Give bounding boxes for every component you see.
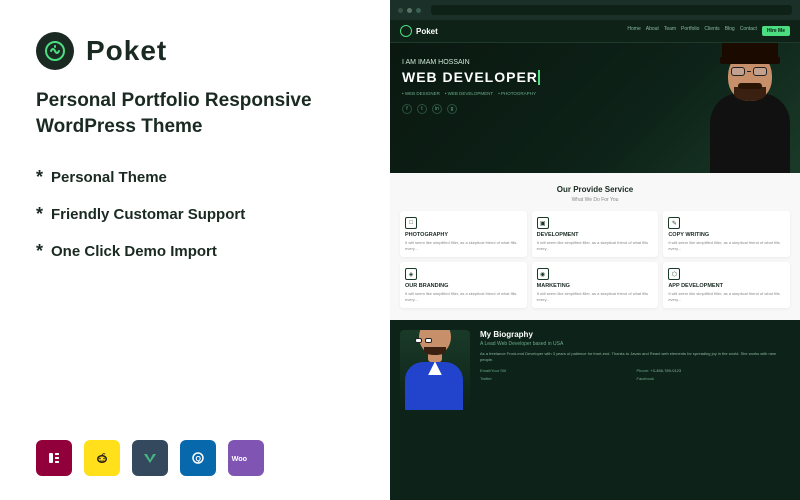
theme-nav-links: Home About Team Portfolio Clients Blog C… xyxy=(627,26,790,36)
copywriting-icon: ✎ xyxy=(668,217,680,229)
bio-info-phone: Phone: +3-456-789-0123 xyxy=(637,368,791,373)
nav-link-blog: Blog xyxy=(725,26,735,36)
bio-info-facebook: Facebook xyxy=(637,376,791,381)
logo-area: Poket xyxy=(36,32,354,70)
bio-info-label-phone: Phone: xyxy=(637,368,650,373)
right-panel: Poket Home About Team Portfolio Clients … xyxy=(390,0,800,500)
service-card-copywriting: ✎ COPY WRITING It will seem like simplif… xyxy=(663,211,790,257)
service-title-3: OUR BRANDING xyxy=(405,283,522,289)
logo-text: Poket xyxy=(86,35,167,67)
bio-text: As a freelance Front-end Developer with … xyxy=(480,351,790,363)
browser-dot-green xyxy=(416,8,421,13)
browser-dot-yellow xyxy=(407,8,412,13)
service-title-5: APP DEVELOPMENT xyxy=(668,283,785,289)
plugin-icons: Q Woo xyxy=(36,440,354,476)
bio-content: My Biography A Lead Web Developer based … xyxy=(480,330,790,381)
query-icon: Q xyxy=(180,440,216,476)
social-icon-gh: g xyxy=(447,104,457,114)
bio-person-art xyxy=(400,330,470,410)
nav-cta-button[interactable]: Hire Me xyxy=(762,26,790,36)
vuejs-icon xyxy=(132,440,168,476)
theme-preview: Poket Home About Team Portfolio Clients … xyxy=(390,0,800,500)
theme-logo-icon xyxy=(400,25,412,37)
service-desc-4: It will seem like simplified filler, as … xyxy=(537,291,654,302)
features-list: Personal Theme Friendly Customar Support… xyxy=(36,167,354,262)
theme-logo-text: Poket xyxy=(416,27,438,36)
hero-title: WEB DEVELOPER xyxy=(402,70,540,85)
marketing-icon: ◉ xyxy=(537,268,549,280)
social-icon-fb: f xyxy=(402,104,412,114)
elementor-icon xyxy=(36,440,72,476)
tagline: Personal Portfolio Responsive WordPress … xyxy=(36,88,354,139)
service-title-4: MARKETING xyxy=(537,283,654,289)
browser-chrome xyxy=(390,0,800,20)
theme-logo: Poket xyxy=(400,25,438,37)
service-title-1: DEVELOPMENT xyxy=(537,232,654,238)
bio-info-value-phone: +3-456-789-0123 xyxy=(650,368,681,373)
bio-info-label-email: Email/Your Slit xyxy=(480,368,506,373)
services-subtitle: What We Do For You xyxy=(400,197,790,203)
service-card-branding: ◈ OUR BRANDING It will seem like simplif… xyxy=(400,262,527,308)
bio-subtitle: A Lead Web Developer based in USA xyxy=(480,341,790,347)
service-title-2: COPY WRITING xyxy=(668,232,785,238)
service-desc-5: It will seem like simplified filler, as … xyxy=(668,291,785,302)
theme-bio-section: My Biography A Lead Web Developer based … xyxy=(390,320,800,420)
services-title: Our Provide Service xyxy=(400,185,790,194)
service-title-0: PHOTOGRAPHY xyxy=(405,232,522,238)
nav-link-home: Home xyxy=(627,26,640,36)
feature-item: One Click Demo Import xyxy=(36,241,354,262)
service-desc-2: It will seem like simplified filler, as … xyxy=(668,240,785,251)
left-panel: Poket Personal Portfolio Responsive Word… xyxy=(0,0,390,500)
service-card-development: ▣ DEVELOPMENT It will seem like simplifi… xyxy=(532,211,659,257)
nav-link-team: Team xyxy=(664,26,676,36)
bio-info-twitter: Twitter xyxy=(480,376,634,381)
hero-tag-0: WEB DESIGNER xyxy=(402,91,440,96)
service-desc-3: It will seem like simplified filler, as … xyxy=(405,291,522,302)
bio-info-label-twitter: Twitter xyxy=(480,376,492,381)
nav-link-clients: Clients xyxy=(704,26,719,36)
branding-icon: ◈ xyxy=(405,268,417,280)
bio-info-label-facebook: Facebook xyxy=(637,376,655,381)
service-desc-1: It will seem like simplified filler, as … xyxy=(537,240,654,251)
svg-text:Q: Q xyxy=(196,456,202,463)
theme-services-section: Our Provide Service What We Do For You □… xyxy=(390,173,800,320)
theme-hero-section: I AM IMAM HOSSAIN WEB DEVELOPER WEB DESI… xyxy=(390,43,800,173)
feature-item: Friendly Customar Support xyxy=(36,204,354,225)
appdev-icon: ⬡ xyxy=(668,268,680,280)
browser-dot-red xyxy=(398,8,403,13)
hero-tag-2: PHOTOGRAPHY xyxy=(498,91,536,96)
feature-item: Personal Theme xyxy=(36,167,354,188)
bio-title: My Biography xyxy=(480,330,790,339)
bio-info-grid: Email/Your Slit Phone: +3-456-789-0123 T… xyxy=(480,368,790,381)
hero-tag-1: WEB DEVELOPMENT xyxy=(445,91,493,96)
mailchimp-icon xyxy=(84,440,120,476)
nav-link-portfolio: Portfolio xyxy=(681,26,699,36)
woocommerce-icon: Woo xyxy=(228,440,264,476)
photography-icon: □ xyxy=(405,217,417,229)
services-grid: □ PHOTOGRAPHY It will seem like simplifi… xyxy=(400,211,790,308)
bio-info-email: Email/Your Slit xyxy=(480,368,634,373)
svg-text:Woo: Woo xyxy=(232,454,248,463)
logo-icon xyxy=(36,32,74,70)
browser-url-bar xyxy=(431,5,792,15)
theme-navbar: Poket Home About Team Portfolio Clients … xyxy=(390,20,800,43)
service-card-appdev: ⬡ APP DEVELOPMENT It will seem like simp… xyxy=(663,262,790,308)
development-icon: ▣ xyxy=(537,217,549,229)
hero-social-links: f t in g xyxy=(402,104,788,114)
social-icon-li: in xyxy=(432,104,442,114)
hero-tags: WEB DESIGNER WEB DEVELOPMENT PHOTOGRAPHY xyxy=(402,91,788,96)
service-card-marketing: ◉ MARKETING It will seem like simplified… xyxy=(532,262,659,308)
social-icon-tw: t xyxy=(417,104,427,114)
service-card-photography: □ PHOTOGRAPHY It will seem like simplifi… xyxy=(400,211,527,257)
bio-person-image xyxy=(400,330,470,410)
nav-link-contact: Contact xyxy=(740,26,757,36)
service-desc-0: It will seem like simplified filler, as … xyxy=(405,240,522,251)
nav-link-about: About xyxy=(646,26,659,36)
